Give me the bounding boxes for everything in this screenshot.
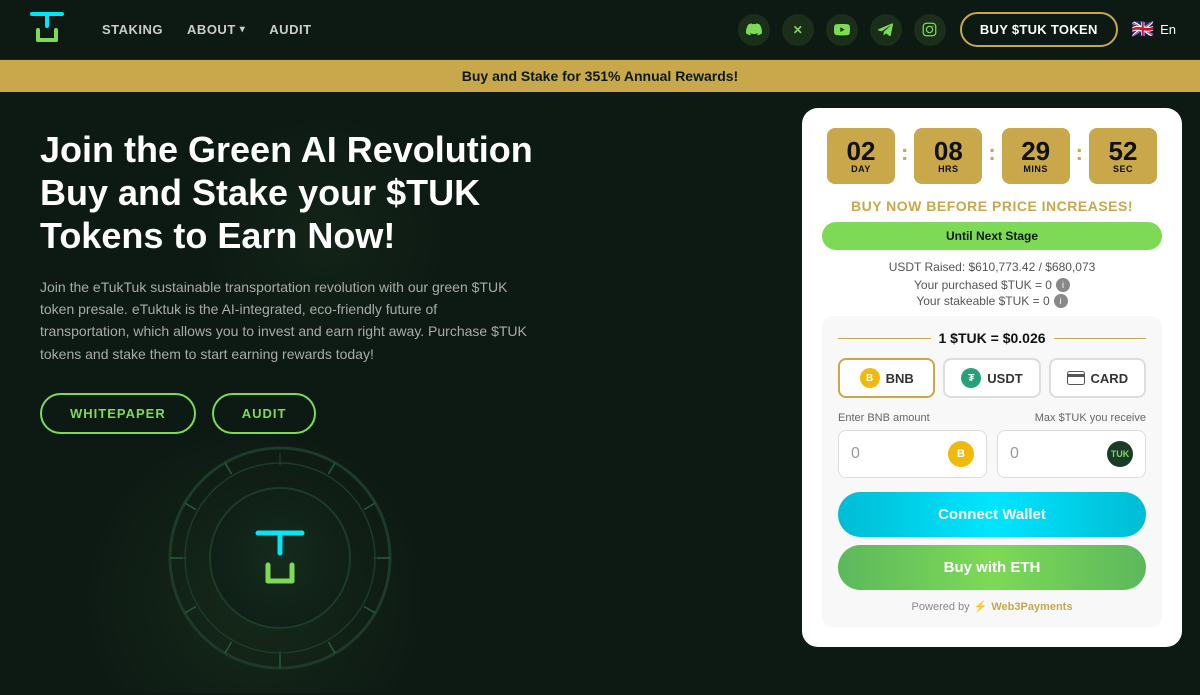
tuk-input-icon: TUK <box>1107 441 1133 467</box>
chevron-down-icon: ▾ <box>240 24 246 35</box>
connect-wallet-button[interactable]: Connect Wallet <box>838 492 1146 537</box>
countdown-secs-label: SEC <box>1113 164 1133 174</box>
bnb-input-value: 0 <box>851 445 860 463</box>
countdown-mins: 29 MINS <box>1002 128 1070 184</box>
web3-icon: ⚡ <box>974 600 988 613</box>
price-box: 1 $TUK = $0.026 B BNB ₮ USDT <box>822 316 1162 627</box>
powered-by: Powered by ⚡ Web3Payments <box>838 600 1146 613</box>
countdown-secs-value: 52 <box>1109 138 1138 164</box>
countdown-sep-1: : <box>901 140 908 166</box>
announcement-banner: Buy and Stake for 351% Annual Rewards! <box>0 60 1200 92</box>
hero-title: Join the Green AI Revolution Buy and Sta… <box>40 128 540 258</box>
countdown-mins-label: MINS <box>1023 164 1048 174</box>
raised-text: USDT Raised: $610,773.42 / $680,073 <box>822 260 1162 274</box>
countdown-timer: 02 DAY : 08 HRS : 29 MINS : 52 SEC <box>822 128 1162 184</box>
telegram-icon[interactable] <box>870 14 902 46</box>
price-divider-left <box>838 338 931 339</box>
tab-usdt[interactable]: ₮ USDT <box>943 358 1040 398</box>
countdown-hrs-value: 08 <box>934 138 963 164</box>
countdown-hrs-label: HRS <box>938 164 959 174</box>
presale-widget: 02 DAY : 08 HRS : 29 MINS : 52 SEC <box>802 108 1182 647</box>
tuk-input-box[interactable]: 0 TUK <box>997 430 1146 478</box>
tab-bnb[interactable]: B BNB <box>838 358 935 398</box>
web3payments-link[interactable]: Web3Payments <box>991 601 1072 613</box>
youtube-icon[interactable] <box>826 14 858 46</box>
logo[interactable] <box>24 4 70 55</box>
nav-links: STAKING ABOUT ▾ AUDIT <box>102 22 312 37</box>
tab-card[interactable]: CARD <box>1049 358 1146 398</box>
instagram-icon[interactable] <box>914 14 946 46</box>
main-content: Join the Green AI Revolution Buy and Sta… <box>0 92 1200 693</box>
inputs-row: 0 B 0 TUK <box>838 430 1146 478</box>
nav-left: STAKING ABOUT ▾ AUDIT <box>24 4 312 55</box>
hero-description: Join the eTukTuk sustainable transportat… <box>40 276 530 366</box>
nav-right: ✕ BUY $TUK TOKEN 🇬🇧 <box>738 12 1176 47</box>
input-labels: Enter BNB amount Max $TUK you receive <box>838 412 1146 424</box>
progress-label: Until Next Stage <box>946 229 1038 243</box>
countdown-days-value: 02 <box>847 138 876 164</box>
tuk-device-illustration <box>100 403 460 683</box>
bnb-input-box[interactable]: 0 B <box>838 430 987 478</box>
twitter-x-icon[interactable]: ✕ <box>782 14 814 46</box>
social-icons: ✕ <box>738 14 946 46</box>
purchased-info-icon[interactable]: i <box>1056 278 1070 292</box>
nav-about[interactable]: ABOUT ▾ <box>187 22 245 37</box>
discord-icon[interactable] <box>738 14 770 46</box>
countdown-secs: 52 SEC <box>1089 128 1157 184</box>
countdown-days-label: DAY <box>851 164 871 174</box>
stakeable-info-icon[interactable]: i <box>1054 294 1068 308</box>
bnb-icon: B <box>860 368 880 388</box>
bnb-amount-label: Enter BNB amount <box>838 412 930 424</box>
tuk-receive-label: Max $TUK you receive <box>1035 412 1146 424</box>
countdown-mins-value: 29 <box>1021 138 1050 164</box>
card-icon <box>1067 371 1085 385</box>
language-label: En <box>1160 22 1176 37</box>
tuk-input-value: 0 <box>1010 445 1019 463</box>
token-tabs: B BNB ₮ USDT CARD <box>838 358 1146 398</box>
language-selector[interactable]: 🇬🇧 En <box>1132 19 1176 40</box>
stakeable-tuk: Your stakeable $TUK = 0 i <box>822 294 1162 308</box>
countdown-sep-2: : <box>988 140 995 166</box>
countdown-sep-3: : <box>1076 140 1083 166</box>
flag-icon: 🇬🇧 <box>1132 19 1154 40</box>
countdown-days: 02 DAY <box>827 128 895 184</box>
buy-now-text: BUY NOW BEFORE PRICE INCREASES! <box>822 198 1162 214</box>
price-label: 1 $TUK = $0.026 <box>838 330 1146 346</box>
widget-section: 02 DAY : 08 HRS : 29 MINS : 52 SEC <box>800 92 1200 693</box>
nav-staking[interactable]: STAKING <box>102 22 163 37</box>
countdown-hrs: 08 HRS <box>914 128 982 184</box>
progress-bar: Until Next Stage <box>822 222 1162 250</box>
nav-audit[interactable]: AUDIT <box>269 22 311 37</box>
hero-section: Join the Green AI Revolution Buy and Sta… <box>0 92 800 693</box>
bnb-input-icon: B <box>948 441 974 467</box>
navbar: STAKING ABOUT ▾ AUDIT ✕ <box>0 0 1200 60</box>
buy-with-eth-button[interactable]: Buy with ETH <box>838 545 1146 590</box>
buy-tuk-button[interactable]: BUY $TUK TOKEN <box>960 12 1118 47</box>
usdt-icon: ₮ <box>961 368 981 388</box>
price-divider-right <box>1054 338 1147 339</box>
purchased-tuk: Your purchased $TUK = 0 i <box>822 278 1162 292</box>
banner-text: Buy and Stake for 351% Annual Rewards! <box>462 68 738 84</box>
